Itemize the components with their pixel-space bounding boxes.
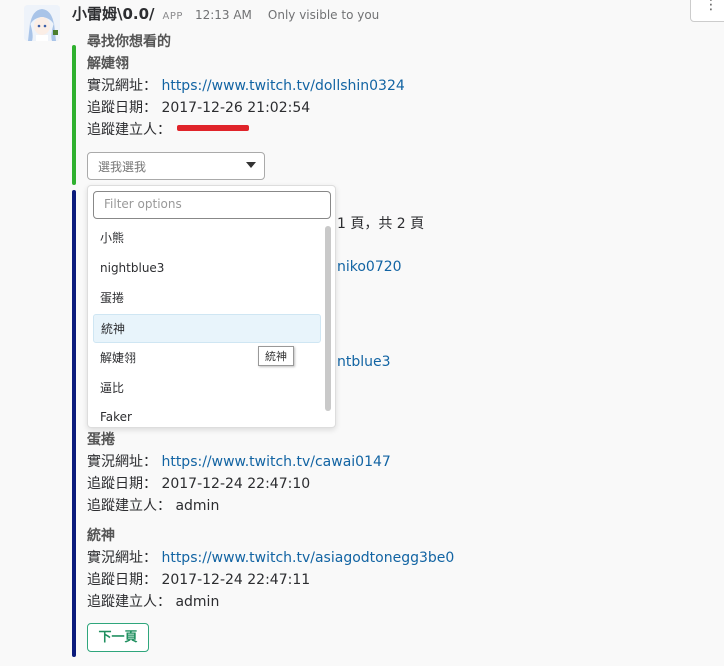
stream-link[interactable]: https://www.twitch.tv/dollshin0324 [161,78,404,94]
date-value: 2017-12-24 22:47:10 [161,476,311,492]
url-label: 實況網址： [87,454,157,470]
more-actions-button[interactable]: ⋮ [690,0,724,22]
page-info: 1 頁，共 2 頁 [337,216,425,232]
streamer-name: 蛋捲 [87,432,115,448]
creator-label: 追蹤建立人： [87,498,171,514]
date-label: 追蹤日期： [87,476,157,492]
select-dropdown-menu: Filter options 小熊 nightblue3 蛋捲 統神 解婕翎 逼… [87,185,336,428]
streamer-name: 解婕翎 [87,56,129,72]
creator-row: 追蹤建立人： [87,119,171,139]
username[interactable]: 小雷姆\0.0/ [72,3,155,24]
redaction-mark [177,125,249,131]
stream-link-partial[interactable]: niko0720 [337,259,402,275]
url-row: 實況網址： https://www.twitch.tv/asiagodtoneg… [87,547,454,567]
date-row: 追蹤日期： 2017-12-24 22:47:10 [87,473,310,493]
message-header: 小雷姆\0.0/ APP 12:13 AM Only visible to yo… [72,3,379,24]
creator-row: 追蹤建立人： admin [87,495,219,515]
option-item[interactable]: 蛋捲 [93,284,321,313]
creator-value: admin [175,594,220,610]
url-row: 實況網址： https://www.twitch.tv/cawai0147 [87,451,391,471]
option-item[interactable]: nightblue3 [93,254,321,283]
stream-link[interactable]: https://www.twitch.tv/asiagodtonegg3be0 [161,550,454,566]
app-badge: APP [162,11,183,22]
streamer-select[interactable]: 選我選我 [87,152,265,180]
date-row: 追蹤日期： 2017-12-24 22:47:11 [87,569,310,589]
timestamp[interactable]: 12:13 AM [195,8,252,22]
date-label: 追蹤日期： [87,100,157,116]
visibility-note: Only visible to you [267,8,380,22]
date-label: 追蹤日期： [87,572,157,588]
option-item[interactable]: 逼比 [93,374,321,403]
creator-label: 追蹤建立人： [87,122,171,138]
scrollbar-thumb[interactable] [325,226,331,411]
filter-options-input[interactable]: Filter options [93,191,331,219]
url-row: 實況網址： https://www.twitch.tv/dollshin0324 [87,75,405,95]
option-tooltip: 統神 [258,346,294,366]
date-value: 2017-12-26 21:02:54 [161,100,311,116]
attachment-color-bar [72,190,76,657]
url-label: 實況網址： [87,78,157,94]
option-item[interactable]: Faker [93,403,321,427]
next-page-button[interactable]: 下一頁 [87,623,149,652]
more-icon: ⋮ [704,0,718,13]
anime-avatar-icon [24,5,60,41]
creator-label: 追蹤建立人： [87,594,171,610]
option-item-highlighted[interactable]: 統神 [93,314,321,343]
stream-link-partial[interactable]: ntblue3 [337,354,391,370]
creator-row: 追蹤建立人： admin [87,591,219,611]
attachment-title: 尋找你想看的 [87,34,171,50]
date-row: 追蹤日期： 2017-12-26 21:02:54 [87,97,310,117]
attachment-color-bar [72,45,76,185]
select-placeholder: 選我選我 [98,160,147,174]
creator-value: admin [175,498,220,514]
date-value: 2017-12-24 22:47:11 [161,572,311,588]
stream-link[interactable]: https://www.twitch.tv/cawai0147 [161,454,390,470]
caret-down-icon [246,162,256,168]
streamer-name: 統神 [87,528,115,544]
option-item[interactable]: 小熊 [93,224,321,253]
url-label: 實況網址： [87,550,157,566]
avatar[interactable] [24,5,60,41]
